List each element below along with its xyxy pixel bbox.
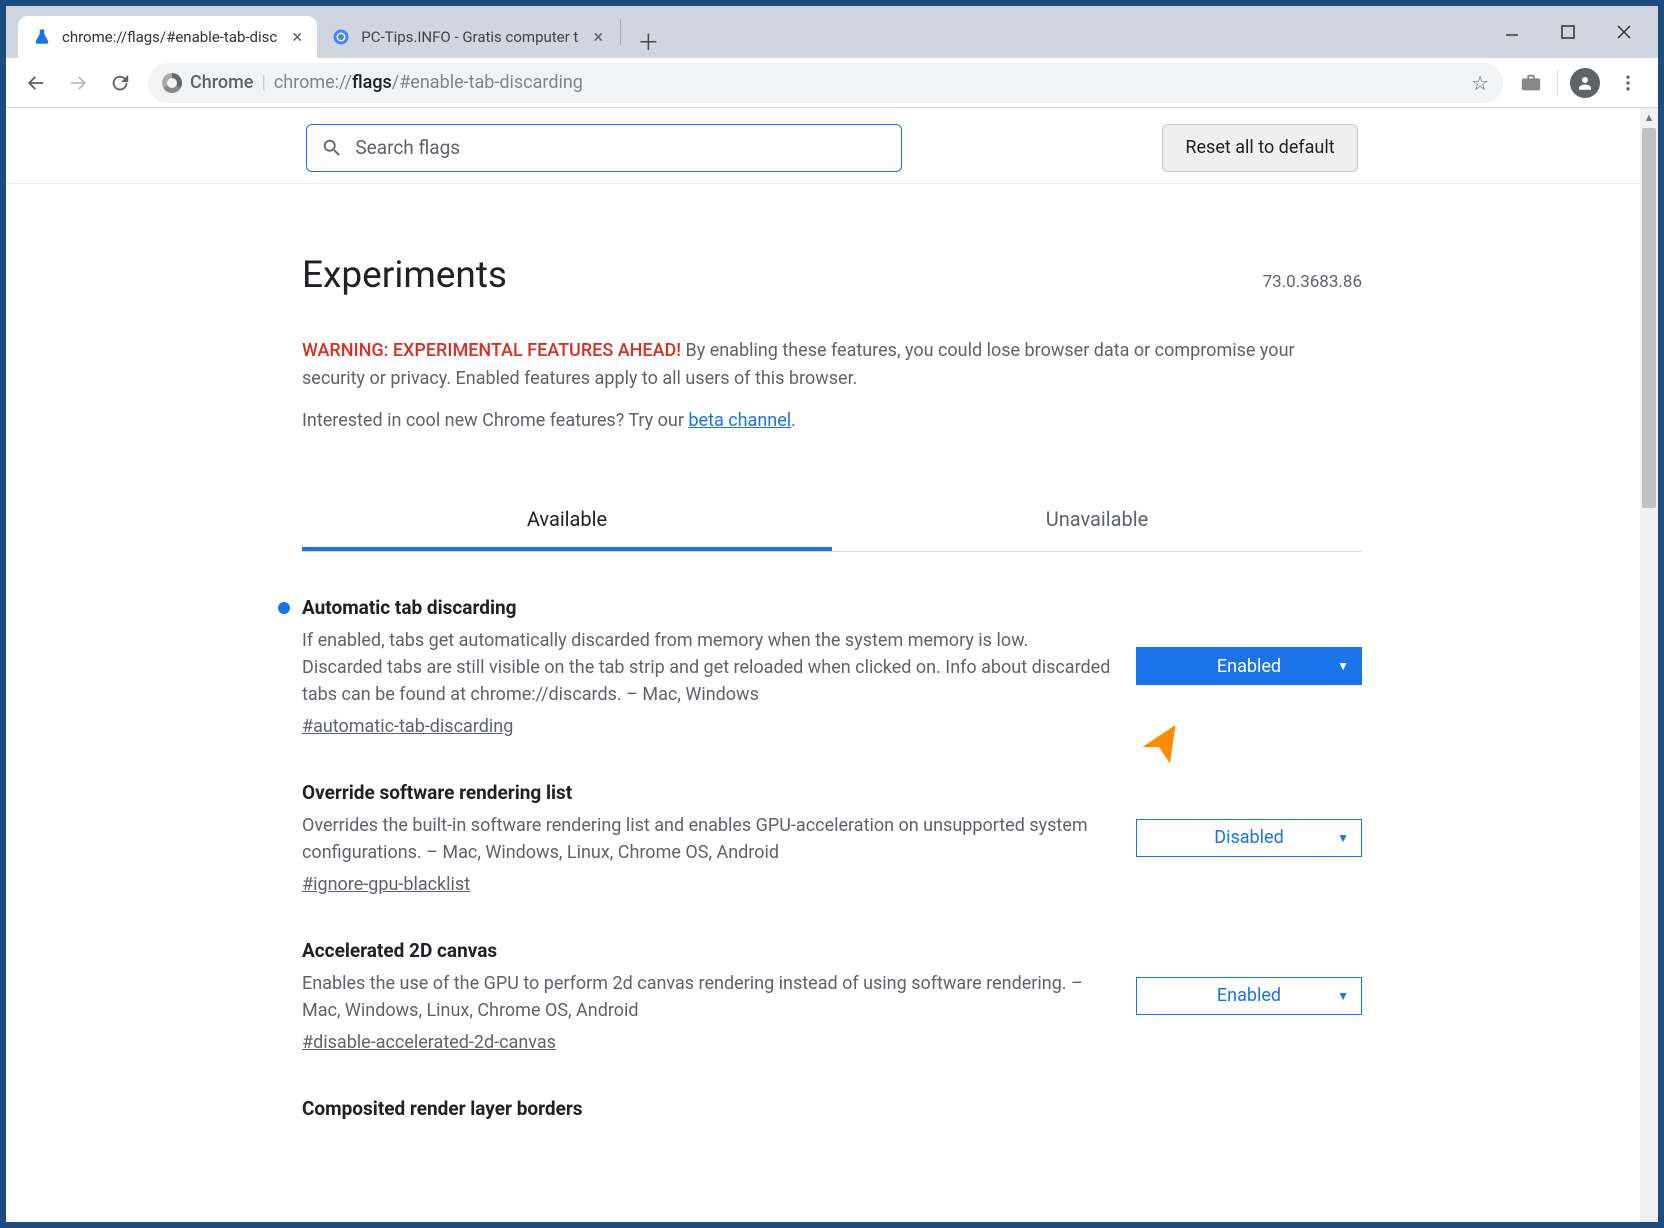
scrollbar-thumb[interactable] <box>1642 128 1656 508</box>
flag-text: Override software rendering list Override… <box>302 781 1112 895</box>
flag-tabs: Available Unavailable <box>302 491 1362 552</box>
scroll-up-icon[interactable]: ▲ <box>1640 108 1658 126</box>
flag-title: Automatic tab discarding <box>302 596 1112 619</box>
forward-button[interactable] <box>58 63 98 103</box>
flag-select-value: Enabled <box>1217 656 1281 677</box>
browser-tab-active[interactable]: chrome://flags/#enable-tab-disc × <box>18 16 317 58</box>
flag-item: Composited render layer borders <box>302 1053 1362 1128</box>
reset-all-button[interactable]: Reset all to default <box>1162 124 1357 172</box>
toolbar: Chrome | chrome://flags/#enable-tab-disc… <box>6 58 1658 108</box>
flags-toolbar: Search flags Reset all to default <box>6 108 1658 184</box>
search-icon <box>321 137 343 159</box>
minimize-button[interactable] <box>1484 12 1540 52</box>
flag-hash-link[interactable]: #disable-accelerated-2d-canvas <box>302 1032 556 1053</box>
flag-select-value: Enabled <box>1217 985 1281 1006</box>
browser-tab-inactive[interactable]: PC-Tips.INFO - Gratis computer t × <box>317 16 618 58</box>
url-host: flags <box>352 72 392 93</box>
chrome-label: Chrome <box>190 72 253 93</box>
tab-unavailable[interactable]: Unavailable <box>832 491 1362 551</box>
url-scheme: chrome:// <box>274 72 352 93</box>
content: Experiments 73.0.3683.86 WARNING: EXPERI… <box>302 184 1362 1128</box>
flag-select[interactable]: Disabled ▼ <box>1136 819 1362 857</box>
flag-hash-link[interactable]: #ignore-gpu-blacklist <box>302 874 470 895</box>
profile-avatar[interactable] <box>1570 68 1600 98</box>
new-tab-button[interactable]: ＋ <box>631 24 665 58</box>
chrome-icon <box>162 73 182 93</box>
flag-item: Accelerated 2D canvas Enables the use of … <box>302 895 1362 1053</box>
flag-item: Automatic tab discarding If enabled, tabs… <box>302 552 1362 737</box>
flag-text: Accelerated 2D canvas Enables the use of … <box>302 939 1112 1053</box>
flag-select-value: Disabled <box>1214 827 1283 848</box>
address-bar[interactable]: Chrome | chrome://flags/#enable-tab-disc… <box>148 63 1503 103</box>
tab-strip: chrome://flags/#enable-tab-disc × PC-Tip… <box>6 6 1658 58</box>
chevron-down-icon: ▼ <box>1337 831 1349 845</box>
flask-icon <box>32 27 52 47</box>
tab-separator <box>620 19 621 45</box>
flag-list: Automatic tab discarding If enabled, tabs… <box>302 552 1362 1128</box>
flag-select[interactable]: Enabled ▼ <box>1136 647 1362 685</box>
bookmark-star-icon[interactable]: ☆ <box>1471 71 1489 95</box>
tab-available[interactable]: Available <box>302 491 832 551</box>
globe-icon <box>331 27 351 47</box>
flag-title: Composited render layer borders <box>302 1097 1362 1120</box>
flag-title: Accelerated 2D canvas <box>302 939 1112 962</box>
close-icon[interactable]: × <box>287 27 307 47</box>
chevron-down-icon: ▼ <box>1337 989 1349 1003</box>
warning-paragraph: WARNING: EXPERIMENTAL FEATURES AHEAD! By… <box>302 337 1362 393</box>
page-viewport: ▲ Search flags Reset all to default Expe… <box>6 108 1658 1222</box>
back-button[interactable] <box>16 63 56 103</box>
tab-title: chrome://flags/#enable-tab-disc <box>62 28 277 46</box>
menu-dots-icon[interactable] <box>1608 63 1648 103</box>
maximize-button[interactable] <box>1540 12 1596 52</box>
flag-text: Automatic tab discarding If enabled, tabs… <box>302 596 1112 737</box>
flag-item: Override software rendering list Override… <box>302 737 1362 895</box>
close-icon[interactable]: × <box>588 27 608 47</box>
flag-description: Enables the use of the GPU to perform 2d… <box>302 970 1112 1024</box>
flag-description: If enabled, tabs get automatically disca… <box>302 627 1112 708</box>
flag-select[interactable]: Enabled ▼ <box>1136 977 1362 1015</box>
tab-title: PC-Tips.INFO - Gratis computer t <box>361 28 578 46</box>
chevron-down-icon: ▼ <box>1337 659 1349 673</box>
page-title: Experiments <box>302 254 507 297</box>
search-placeholder: Search flags <box>355 136 460 159</box>
briefcase-icon[interactable] <box>1511 63 1551 103</box>
flag-title: Override software rendering list <box>302 781 1112 804</box>
flag-description: Overrides the built-in software renderin… <box>302 812 1112 866</box>
beta-channel-link[interactable]: beta channel <box>688 410 791 431</box>
scrollbar[interactable]: ▲ <box>1640 108 1658 1222</box>
search-input[interactable]: Search flags <box>306 124 902 172</box>
warning-label: WARNING: EXPERIMENTAL FEATURES AHEAD! <box>302 340 681 361</box>
beta-paragraph: Interested in cool new Chrome features? … <box>302 407 1362 435</box>
url-path: /#enable-tab-discarding <box>392 72 583 93</box>
window-close-button[interactable] <box>1596 12 1652 52</box>
toolbar-separator <box>1557 70 1558 96</box>
flag-text: Composited render layer borders <box>302 1097 1362 1128</box>
version-label: 73.0.3683.86 <box>1263 272 1362 292</box>
reload-button[interactable] <box>100 63 140 103</box>
flag-hash-link[interactable]: #automatic-tab-discarding <box>302 716 513 737</box>
modified-dot-icon <box>278 602 290 614</box>
